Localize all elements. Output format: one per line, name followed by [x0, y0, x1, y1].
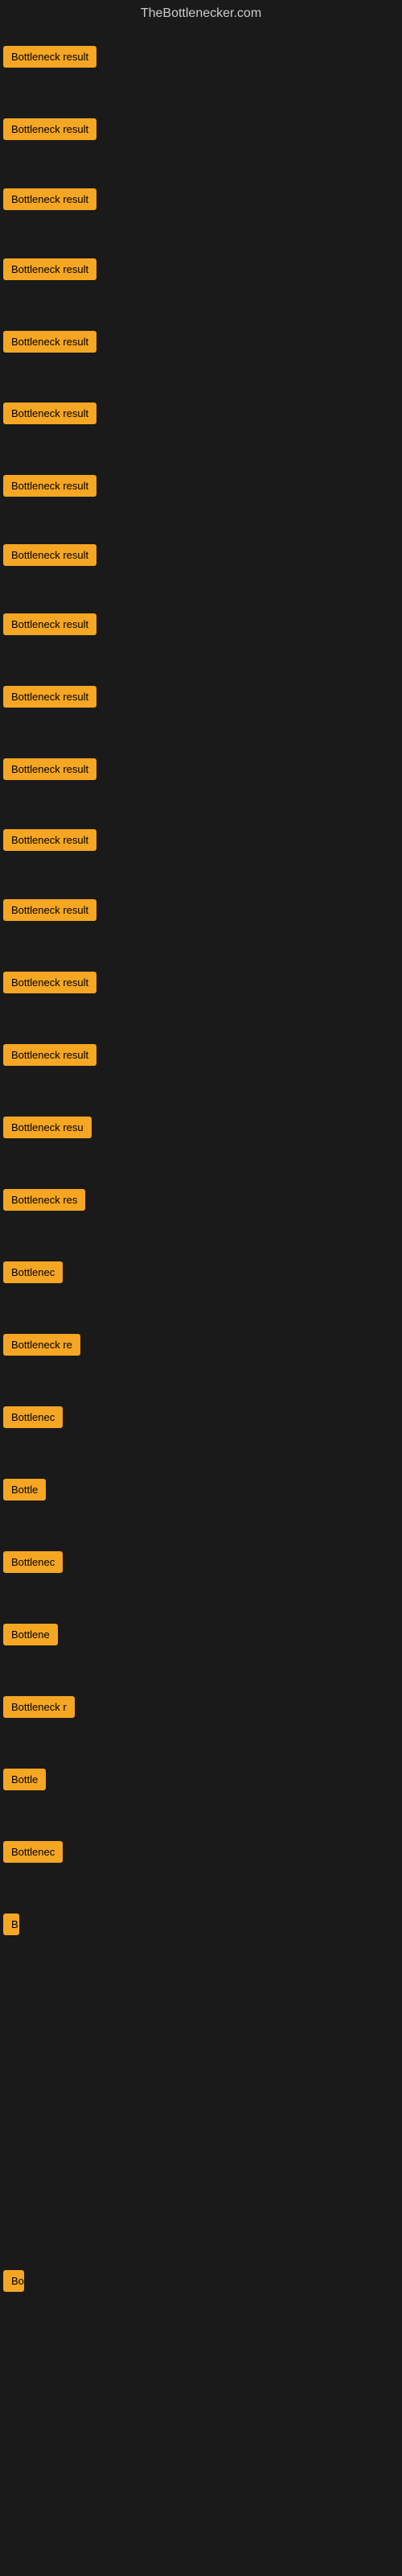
bottleneck-badge: Bottleneck result — [3, 972, 96, 993]
bottleneck-item-26: Bottlenec — [3, 1841, 63, 1867]
bottleneck-badge: Bottleneck result — [3, 475, 96, 497]
bottleneck-badge: Bottlenec — [3, 1551, 63, 1573]
bottleneck-item-12: Bottleneck result — [3, 829, 96, 855]
bottleneck-item-4: Bottleneck result — [3, 258, 96, 284]
bottleneck-badge: Bottleneck res — [3, 1189, 85, 1211]
bottleneck-item-3: Bottleneck result — [3, 188, 96, 214]
bottleneck-badge: Bottleneck result — [3, 118, 96, 140]
bottleneck-badge: Bottleneck result — [3, 1044, 96, 1066]
bottleneck-badge: Bottlenec — [3, 1406, 63, 1428]
bottleneck-item-10: Bottleneck result — [3, 686, 96, 712]
bottleneck-badge: Bottleneck re — [3, 1334, 80, 1356]
bottleneck-item-25: Bottle — [3, 1769, 46, 1794]
bottleneck-badge: Bottleneck result — [3, 258, 96, 280]
bottleneck-item-9: Bottleneck result — [3, 613, 96, 639]
bottleneck-item-8: Bottleneck result — [3, 544, 96, 570]
bottleneck-item-21: Bottle — [3, 1479, 46, 1505]
bottleneck-item-7: Bottleneck result — [3, 475, 96, 501]
bottleneck-badge: Bottlenec — [3, 1841, 63, 1863]
bottleneck-badge: Bottleneck result — [3, 331, 96, 353]
bottleneck-item-18: Bottlenec — [3, 1261, 63, 1287]
bottleneck-badge: Bottlenec — [3, 1261, 63, 1283]
bottleneck-badge: Bottleneck result — [3, 46, 96, 68]
bottleneck-item-11: Bottleneck result — [3, 758, 96, 784]
bottleneck-item-28: Bo — [3, 2270, 24, 2296]
bottleneck-item-20: Bottlenec — [3, 1406, 63, 1432]
site-title: TheBottlenecker.com — [0, 0, 402, 27]
bottleneck-badge: Bottleneck result — [3, 758, 96, 780]
bottleneck-badge: Bottleneck result — [3, 402, 96, 424]
bottleneck-badge: Bottleneck r — [3, 1696, 75, 1718]
bottleneck-badge: Bottlene — [3, 1624, 58, 1645]
bottleneck-badge: Bottle — [3, 1479, 46, 1501]
bottleneck-item-14: Bottleneck result — [3, 972, 96, 997]
bottleneck-badge: B — [3, 1913, 19, 1935]
bottleneck-badge: Bottleneck result — [3, 544, 96, 566]
bottleneck-item-2: Bottleneck result — [3, 118, 96, 144]
bottleneck-item-1: Bottleneck result — [3, 46, 96, 72]
bottleneck-badge: Bottleneck result — [3, 686, 96, 708]
bottleneck-badge: Bottleneck result — [3, 899, 96, 921]
items-container — [0, 27, 402, 34]
bottleneck-badge: Bottleneck result — [3, 188, 96, 210]
bottleneck-badge: Bottleneck result — [3, 613, 96, 635]
bottleneck-item-16: Bottleneck resu — [3, 1117, 92, 1142]
bottleneck-badge: Bottleneck resu — [3, 1117, 92, 1138]
bottleneck-item-27: B — [3, 1913, 19, 1939]
bottleneck-item-15: Bottleneck result — [3, 1044, 96, 1070]
bottleneck-item-5: Bottleneck result — [3, 331, 96, 357]
bottleneck-item-24: Bottleneck r — [3, 1696, 75, 1722]
bottleneck-badge: Bo — [3, 2270, 24, 2292]
bottleneck-badge: Bottleneck result — [3, 829, 96, 851]
bottleneck-item-17: Bottleneck res — [3, 1189, 85, 1215]
bottleneck-item-13: Bottleneck result — [3, 899, 96, 925]
bottleneck-item-23: Bottlene — [3, 1624, 58, 1649]
bottleneck-item-22: Bottlenec — [3, 1551, 63, 1577]
bottleneck-item-19: Bottleneck re — [3, 1334, 80, 1360]
bottleneck-badge: Bottle — [3, 1769, 46, 1790]
bottleneck-item-6: Bottleneck result — [3, 402, 96, 428]
